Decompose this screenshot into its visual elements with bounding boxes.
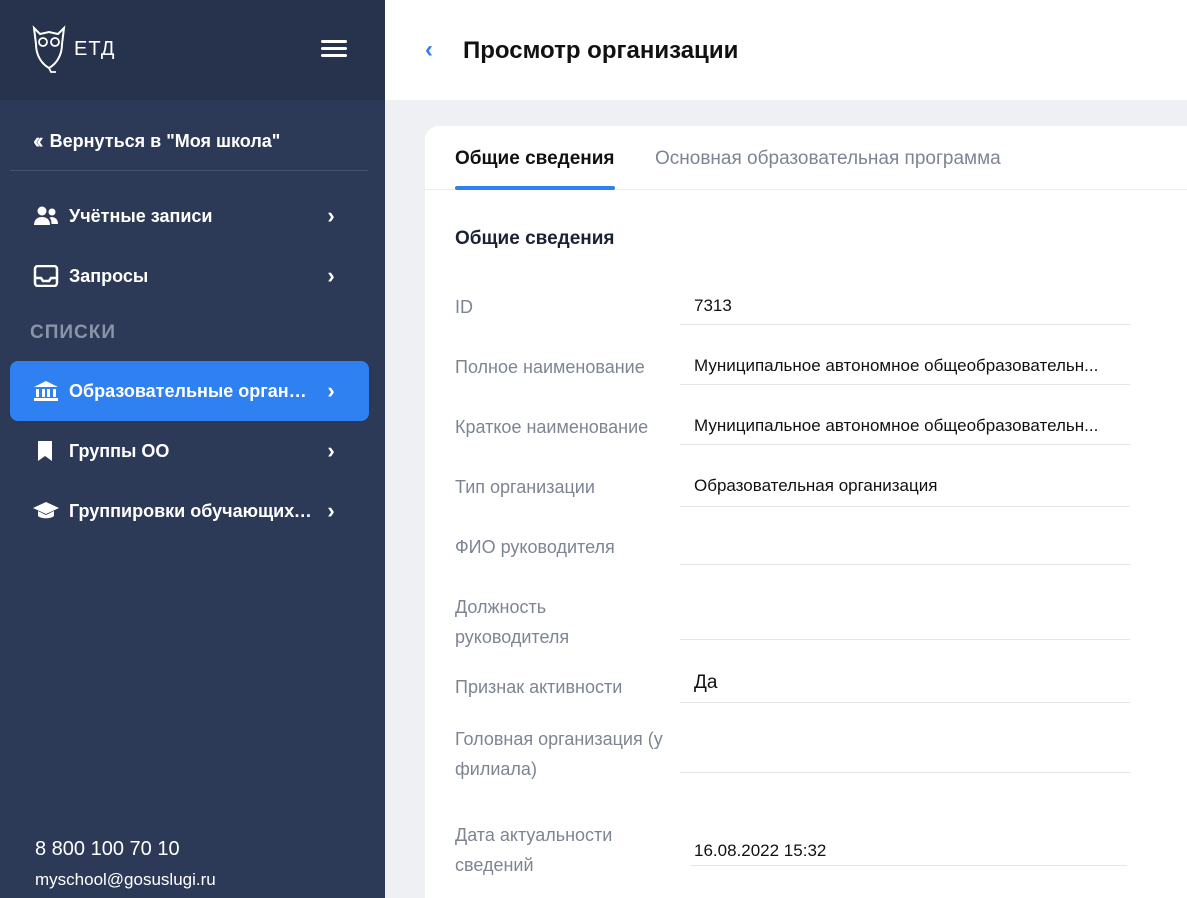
field-label: ID bbox=[455, 297, 473, 317]
inbox-icon bbox=[32, 264, 60, 288]
support-email[interactable]: myschool@gosuslugi.ru bbox=[35, 870, 216, 890]
field-value: 7313 bbox=[694, 296, 732, 315]
tab-general-info[interactable]: Общие сведения bbox=[455, 148, 615, 170]
field-label: Должность bbox=[455, 597, 547, 617]
back-link-label: Вернуться в "Моя школа" bbox=[49, 130, 281, 151]
tab-main-educational-program[interactable]: Основная образовательная программа bbox=[655, 148, 1001, 170]
field-label: Тип организации bbox=[455, 477, 595, 497]
chevron-left-icon[interactable]: ‹ bbox=[425, 36, 433, 64]
organization-card: Общие сведения Основная образовательная … bbox=[425, 126, 1187, 898]
field-value: 16.08.2022 15:32 bbox=[694, 841, 827, 860]
field-divider bbox=[680, 564, 1130, 565]
page-header: ‹ Просмотр организации bbox=[385, 0, 1187, 100]
institution-icon bbox=[32, 379, 60, 403]
field-divider bbox=[680, 444, 1130, 445]
field-divider bbox=[691, 865, 1127, 866]
field-label: руководителя bbox=[455, 627, 570, 647]
field-label: Дата актуальности bbox=[455, 825, 613, 845]
chevron-right-icon: › bbox=[327, 203, 335, 228]
field-divider bbox=[680, 772, 1130, 773]
field-value: Образовательная организация bbox=[694, 476, 938, 495]
sidebar-item-label: Запросы bbox=[69, 265, 149, 286]
chevron-right-icon: › bbox=[327, 438, 335, 463]
chevron-right-icon: › bbox=[327, 498, 335, 523]
field-divider bbox=[680, 702, 1130, 703]
sidebar-header: ЕТД bbox=[0, 0, 385, 100]
tab-bar: Общие сведения Основная образовательная … bbox=[425, 126, 1187, 190]
logo[interactable]: ЕТД bbox=[30, 24, 115, 74]
field-label: Признак активности bbox=[455, 677, 623, 697]
field-divider bbox=[680, 324, 1130, 325]
field-label: Головная организация (у bbox=[455, 729, 663, 749]
section-label-lists: СПИСКИ bbox=[30, 322, 117, 343]
sidebar-item-label: Группировки обучающихся bbox=[69, 500, 313, 521]
users-icon bbox=[32, 204, 60, 228]
field-label: филиала) bbox=[455, 759, 537, 779]
hamburger-icon-bar bbox=[321, 47, 347, 50]
back-to-my-school-link[interactable]: ‹‹ Вернуться в "Моя школа" bbox=[33, 128, 280, 154]
graduation-cap-icon bbox=[32, 499, 60, 523]
divider bbox=[10, 170, 368, 171]
field-label: Полное наименование bbox=[455, 357, 645, 377]
chevron-right-icon: › bbox=[327, 378, 335, 403]
sidebar-item-label: Группы ОО bbox=[69, 440, 170, 461]
field-value: Да bbox=[694, 672, 718, 693]
hamburger-icon-bar bbox=[321, 54, 347, 57]
field-value: Муниципальное автономное общеобразовател… bbox=[694, 356, 1099, 375]
field-divider bbox=[680, 506, 1130, 507]
sidebar-item-label: Учётные записи bbox=[69, 205, 213, 226]
section-title: Общие сведения bbox=[455, 228, 615, 249]
field-label: Краткое наименование bbox=[455, 417, 649, 437]
field-divider bbox=[680, 384, 1130, 385]
support-phone[interactable]: 8 800 100 70 10 bbox=[35, 838, 180, 861]
active-tab-indicator bbox=[455, 186, 615, 190]
sidebar-item-educational-organizations[interactable]: Образовательные организа... › bbox=[10, 361, 369, 421]
field-divider bbox=[680, 639, 1130, 640]
sidebar-item-student-groupings[interactable]: Группировки обучающихся › bbox=[10, 481, 369, 541]
sidebar-item-label: Образовательные организа... bbox=[69, 380, 313, 401]
sidebar-item-oo-groups[interactable]: Группы ОО › bbox=[10, 421, 369, 481]
hamburger-icon-bar bbox=[321, 40, 347, 43]
sidebar-item-requests[interactable]: Запросы › bbox=[10, 246, 369, 306]
menu-toggle-button[interactable] bbox=[321, 40, 347, 60]
double-chevron-left-icon: ‹‹ bbox=[33, 128, 43, 153]
field-label: сведений bbox=[455, 855, 534, 875]
field-value: Муниципальное автономное общеобразовател… bbox=[694, 416, 1099, 435]
logo-text: ЕТД bbox=[74, 37, 116, 60]
page-title: Просмотр организации bbox=[463, 37, 739, 64]
sidebar-item-accounts[interactable]: Учётные записи › bbox=[10, 186, 369, 246]
sidebar: ЕТД ‹‹ Вернуться в "Моя школа" Учётные з… bbox=[0, 0, 385, 898]
field-label: ФИО руководителя bbox=[455, 537, 615, 557]
chevron-right-icon: › bbox=[327, 263, 335, 288]
owl-logo-icon bbox=[32, 25, 66, 73]
bookmark-icon bbox=[32, 439, 60, 463]
